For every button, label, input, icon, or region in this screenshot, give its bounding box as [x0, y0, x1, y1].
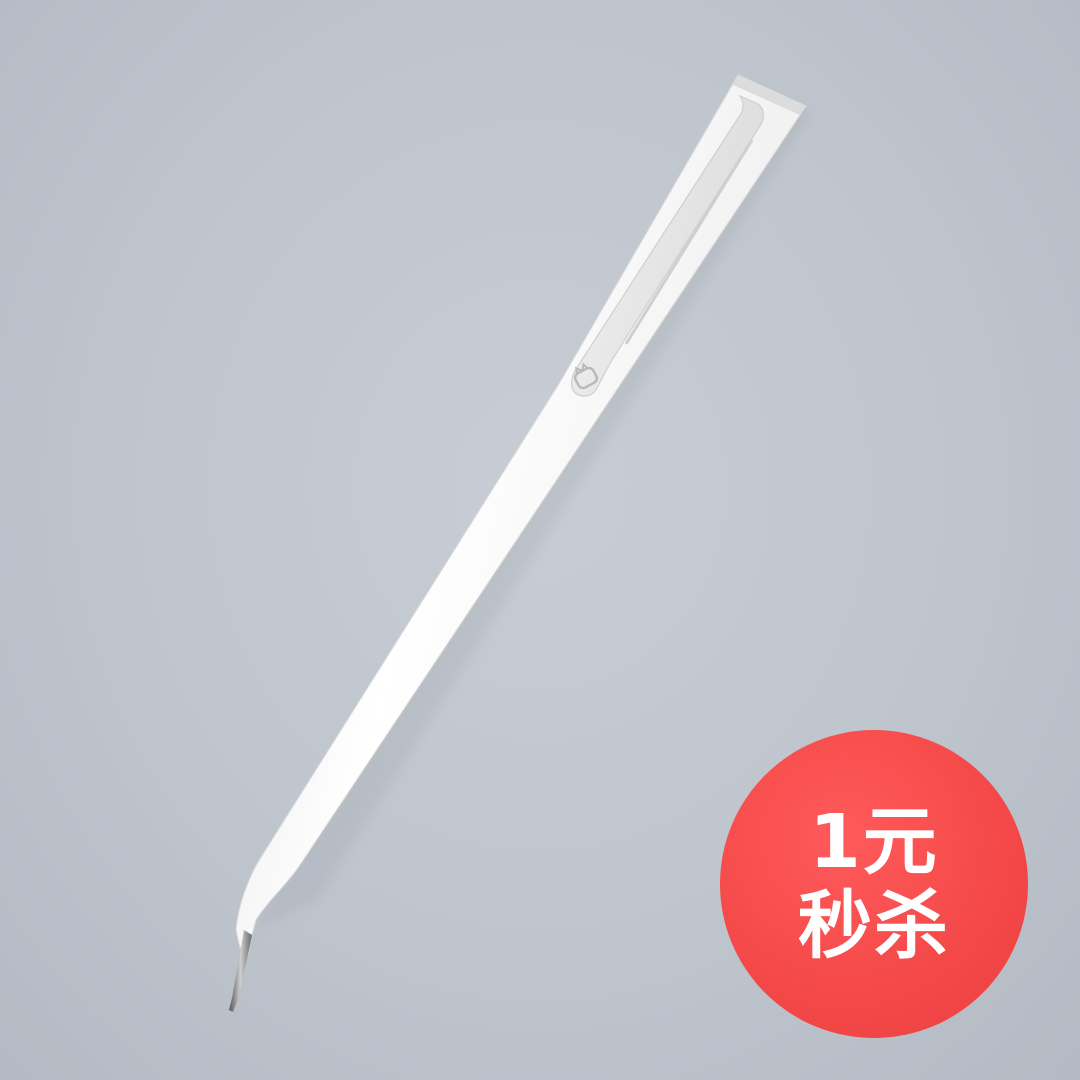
promo-badge: 1元 秒杀 — [720, 730, 1028, 1038]
pen-clip — [571, 94, 765, 397]
promo-price-label: 1元 — [809, 799, 939, 885]
product-photo: 1元 秒杀 — [0, 0, 1080, 1080]
pen-body — [235, 74, 807, 950]
promo-flash-sale-label: 秒杀 — [798, 883, 950, 969]
